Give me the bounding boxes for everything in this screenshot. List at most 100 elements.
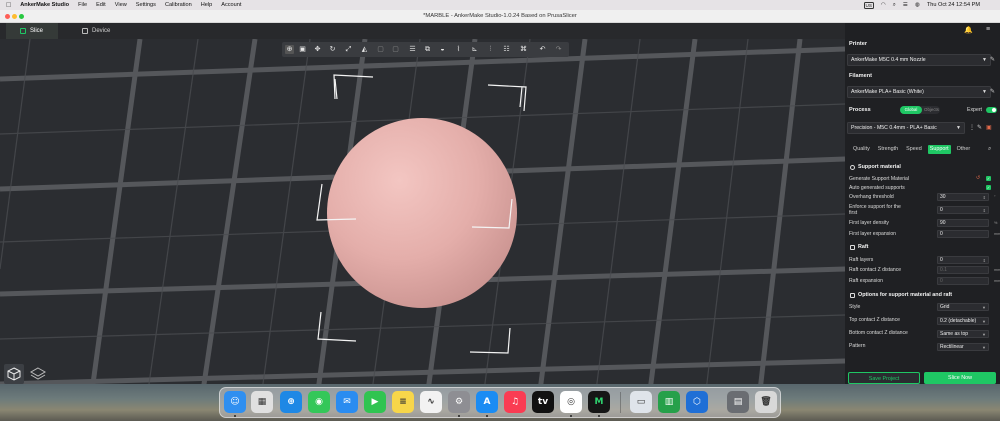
ankermake-icon[interactable]: M xyxy=(588,391,610,413)
reset-icon[interactable]: ↺ xyxy=(976,175,980,181)
save-project-button[interactable]: Save Project xyxy=(848,372,920,384)
process-heading: Process xyxy=(849,107,871,113)
chevron-down-icon: ▼ xyxy=(982,319,986,324)
raft-layers-input[interactable]: 0 ⇕ xyxy=(937,256,989,264)
global-option[interactable]: Global xyxy=(900,106,922,114)
apple-menu-icon[interactable]:  xyxy=(6,2,11,9)
wifi-icon[interactable]: ◠ xyxy=(881,2,886,8)
marble-model[interactable] xyxy=(327,118,517,308)
siri-icon[interactable]: ◍ xyxy=(915,2,920,8)
scale-icon[interactable]: ⤢ xyxy=(344,45,353,54)
raft-expansion-input[interactable]: 0 xyxy=(937,277,989,285)
3d-view-button[interactable] xyxy=(4,364,24,384)
split-icon[interactable]: ⧉ xyxy=(423,45,432,54)
system-settings-icon[interactable]: ⚙ xyxy=(448,391,470,413)
tab-slice[interactable]: Slice xyxy=(6,23,58,39)
more-options-icon[interactable]: ⋮ xyxy=(969,124,975,131)
objects-option[interactable]: Objects xyxy=(923,106,940,114)
menu-file[interactable]: File xyxy=(78,2,87,8)
generate-support-checkbox[interactable]: ✓ xyxy=(986,176,991,181)
first-layer-density-input[interactable]: 90 xyxy=(937,219,989,227)
app-store-icon[interactable]: A xyxy=(476,391,498,413)
finder-icon[interactable]: ☺ xyxy=(224,391,246,413)
overhang-unit: ° xyxy=(994,195,996,199)
tab-other[interactable]: Other xyxy=(955,145,972,154)
preview-layers-button[interactable] xyxy=(30,366,48,384)
3d-viewport[interactable]: ⊕ ▣ ✥ ↻ ⤢ ◭ ▢ ▢ ☰ ⧉ ◒ ⌇ ⊾ ⫶ ☷ ⌘ ↶ ↷ xyxy=(0,39,845,391)
messages-icon[interactable]: ◉ xyxy=(308,391,330,413)
tab-speed[interactable]: Speed xyxy=(904,145,924,154)
expert-toggle[interactable] xyxy=(986,107,997,113)
filament-select[interactable]: AnkerMake PLA+ Basic (White) ▼ xyxy=(847,86,991,98)
facetime-icon[interactable]: ▶ xyxy=(364,391,386,413)
notification-icon[interactable]: 🔔 xyxy=(964,26,973,34)
raft-heading: Raft xyxy=(850,244,868,250)
pattern-select[interactable]: Rectilinear ▼ xyxy=(937,343,989,351)
move-icon[interactable]: ✥ xyxy=(313,45,322,54)
style-select[interactable]: Grid ▼ xyxy=(937,303,989,311)
first-layer-expansion-input[interactable]: 0 xyxy=(937,230,989,238)
control-center-icon[interactable]: ☰ xyxy=(903,2,908,8)
safari-icon[interactable]: ⊕ xyxy=(280,391,302,413)
copy-icon[interactable]: ▢ xyxy=(376,45,385,54)
edit-printer-icon[interactable]: ✎ xyxy=(990,56,995,63)
assemble-icon[interactable]: ☷ xyxy=(502,45,511,54)
paste-icon[interactable]: ▢ xyxy=(391,45,400,54)
xcode-icon[interactable]: ⬡ xyxy=(686,391,708,413)
tab-strength[interactable]: Strength xyxy=(876,145,900,154)
redo-icon[interactable]: ↷ xyxy=(554,45,563,54)
layers-icon[interactable]: ☰ xyxy=(408,45,417,54)
menu-settings[interactable]: Settings xyxy=(136,2,156,8)
clock[interactable]: Thu Oct 24 12:54 PM xyxy=(927,2,980,8)
tab-support[interactable]: Support xyxy=(927,145,951,154)
add-object-icon[interactable]: ⊕ xyxy=(285,45,294,54)
menu-calibration[interactable]: Calibration xyxy=(165,2,192,8)
menu-view[interactable]: View xyxy=(115,2,127,8)
tab-device[interactable]: Device xyxy=(78,23,130,39)
trash-icon[interactable]: 🗑 xyxy=(755,391,777,413)
overhang-threshold-input[interactable]: 30 ⇕ xyxy=(937,193,989,201)
auto-supports-checkbox[interactable]: ✓ xyxy=(986,185,991,190)
variable-layer-icon[interactable]: ⫶ xyxy=(486,45,495,54)
mail-icon[interactable]: ✉ xyxy=(336,391,358,413)
freeform-icon[interactable]: ∿ xyxy=(420,391,442,413)
enforce-support-input[interactable]: 0 ⇕ xyxy=(937,206,989,214)
music-icon[interactable]: ♫ xyxy=(504,391,526,413)
menu-edit[interactable]: Edit xyxy=(96,2,106,8)
app-menu[interactable]: AnkerMake Studio xyxy=(20,2,69,8)
multi-part-icon[interactable]: ⌘ xyxy=(519,45,528,54)
launchpad-icon[interactable]: ▦ xyxy=(251,391,273,413)
measure-icon[interactable]: ⊾ xyxy=(470,45,479,54)
slice-now-button[interactable]: Slice Now xyxy=(924,372,996,384)
preview-icon[interactable]: ▭ xyxy=(630,391,652,413)
downloads-stack-icon[interactable]: ▤ xyxy=(727,391,749,413)
apple-tv-icon[interactable]: tv xyxy=(532,391,554,413)
dock-separator xyxy=(620,392,621,413)
seam-paint-icon[interactable]: ⌇ xyxy=(454,45,463,54)
menu-help[interactable]: Help xyxy=(201,2,213,8)
top-contact-z-select[interactable]: 0.2 (detachable) ▼ xyxy=(937,317,989,325)
arrange-icon[interactable]: ▣ xyxy=(298,45,307,54)
tab-quality[interactable]: Quality xyxy=(851,145,872,154)
search-icon[interactable]: ⌕ xyxy=(893,2,896,9)
menu-icon[interactable]: ≡ xyxy=(986,26,990,33)
search-settings-icon[interactable]: ⌕ xyxy=(988,146,991,153)
input-source-indicator[interactable]: US xyxy=(863,1,874,9)
notes-icon[interactable]: ≡ xyxy=(392,391,414,413)
numbers-icon[interactable]: ▥ xyxy=(658,391,680,413)
menu-account[interactable]: Account xyxy=(221,2,241,8)
support-paint-icon[interactable]: ◒ xyxy=(438,45,447,54)
bottom-contact-z-select[interactable]: Same as top ▼ xyxy=(937,330,989,338)
undo-icon[interactable]: ↶ xyxy=(538,45,547,54)
save-preset-icon[interactable]: ▣ xyxy=(986,124,992,131)
edit-filament-icon[interactable]: ✎ xyxy=(990,88,995,95)
running-indicator xyxy=(486,415,488,417)
global-objects-switch[interactable]: Global Objects xyxy=(900,106,940,114)
edit-process-icon[interactable]: ✎ xyxy=(977,124,982,131)
process-select[interactable]: Precision - M5C 0.4mm - PLA+ Basic ▼ xyxy=(847,122,965,134)
cut-icon[interactable]: ◭ xyxy=(360,45,369,54)
printer-select[interactable]: AnkerMake M5C 0.4 mm Nozzle ▼ xyxy=(847,54,991,66)
raft-contact-z-input[interactable]: 0.1 xyxy=(937,266,989,274)
chrome-icon[interactable]: ◎ xyxy=(560,391,582,413)
rotate-icon[interactable]: ↻ xyxy=(328,45,337,54)
